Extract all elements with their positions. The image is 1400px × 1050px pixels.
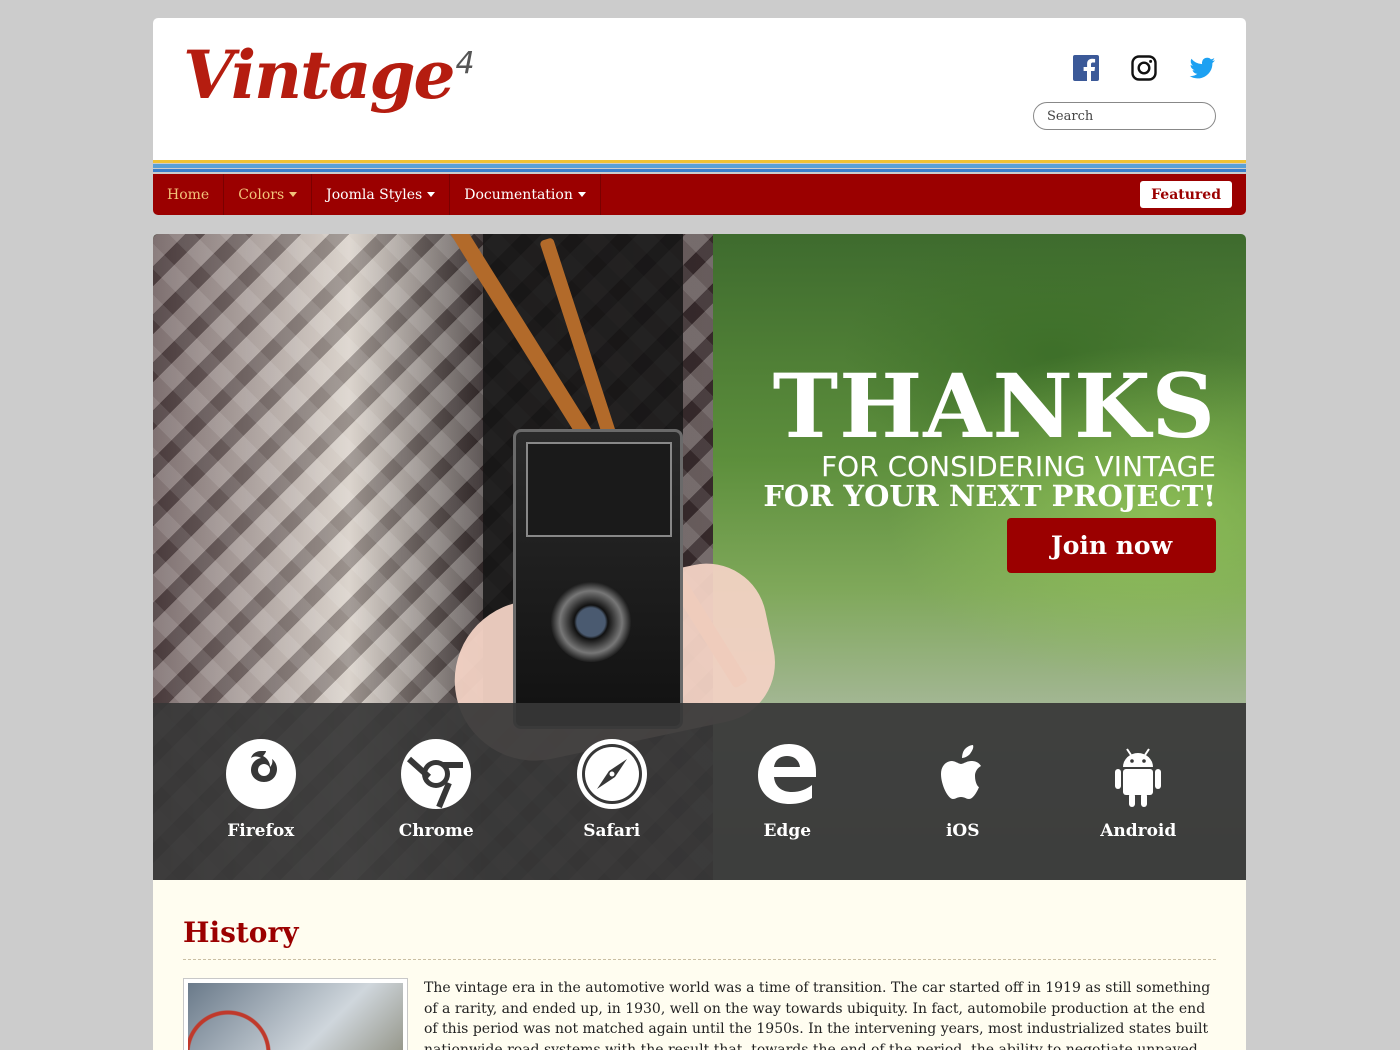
browser-chrome[interactable]: Chrome — [376, 703, 496, 880]
caret-down-icon — [577, 192, 586, 197]
browser-label: Firefox — [227, 821, 295, 841]
browser-firefox[interactable]: Firefox — [201, 703, 321, 880]
nav-item-colors[interactable]: Colors — [224, 174, 313, 215]
history-section: History The vintage era in the automotiv… — [153, 880, 1246, 1050]
nav-item-joomla-styles[interactable]: Joomla Styles — [312, 174, 451, 215]
history-image — [183, 978, 408, 1050]
site-logo[interactable]: Vintage 4 — [183, 42, 475, 108]
nav-label: Documentation — [464, 186, 573, 203]
browser-label: iOS — [945, 821, 980, 841]
hero-headline: THANKS FOR CONSIDERING VINTAGE FOR YOUR … — [763, 362, 1216, 512]
logo-text: Vintage — [183, 36, 455, 114]
search-input[interactable] — [1033, 102, 1216, 130]
android-icon — [1115, 748, 1162, 807]
hero-subtitle-line1: FOR CONSIDERING VINTAGE — [821, 450, 1216, 483]
browser-android[interactable]: Android — [1078, 703, 1198, 880]
nav-label: Home — [167, 186, 210, 203]
hero-banner: THANKS FOR CONSIDERING VINTAGE FOR YOUR … — [153, 234, 1246, 880]
browser-safari[interactable]: Safari — [552, 703, 672, 880]
join-now-button[interactable]: Join now — [1007, 518, 1216, 573]
nav-item-home[interactable]: Home — [153, 174, 225, 215]
edge-icon — [758, 744, 817, 804]
browser-label: Android — [1100, 821, 1177, 841]
twitter-icon[interactable] — [1188, 54, 1216, 82]
camera-image — [513, 429, 683, 729]
logo-superscript: 4 — [455, 46, 475, 81]
caret-down-icon — [427, 192, 436, 197]
caret-down-icon — [289, 192, 298, 197]
nav-label: Colors — [238, 186, 285, 203]
history-heading: History — [183, 916, 299, 949]
featured-button[interactable]: Featured — [1140, 181, 1232, 208]
hero-subtitle-line2: FOR YOUR NEXT PROJECT! — [763, 479, 1216, 514]
instagram-icon[interactable] — [1130, 54, 1158, 82]
browser-label: Safari — [583, 821, 641, 841]
nav-item-documentation[interactable]: Documentation — [450, 174, 601, 215]
facebook-icon[interactable] — [1072, 54, 1100, 82]
site-header: Vintage 4 — [153, 18, 1246, 160]
main-nav: Home Colors Joomla Styles Documentation … — [153, 174, 1246, 215]
firefox-icon — [225, 739, 296, 809]
hero-title: THANKS — [772, 354, 1216, 458]
browser-edge[interactable]: Edge — [727, 703, 847, 880]
color-stripes — [153, 160, 1246, 174]
apple-icon — [940, 745, 981, 799]
divider — [183, 959, 1216, 960]
social-links — [1072, 54, 1216, 82]
browser-support-bar: Firefox Chrome Safari Edge iOS Android — [153, 703, 1246, 880]
nav-label: Joomla Styles — [326, 186, 423, 203]
safari-icon — [576, 739, 647, 809]
browser-ios[interactable]: iOS — [903, 703, 1023, 880]
chrome-icon — [401, 739, 472, 809]
browser-label: Chrome — [398, 821, 474, 841]
history-text: The vintage era in the automotive world … — [424, 980, 1211, 1050]
browser-label: Edge — [763, 821, 812, 841]
